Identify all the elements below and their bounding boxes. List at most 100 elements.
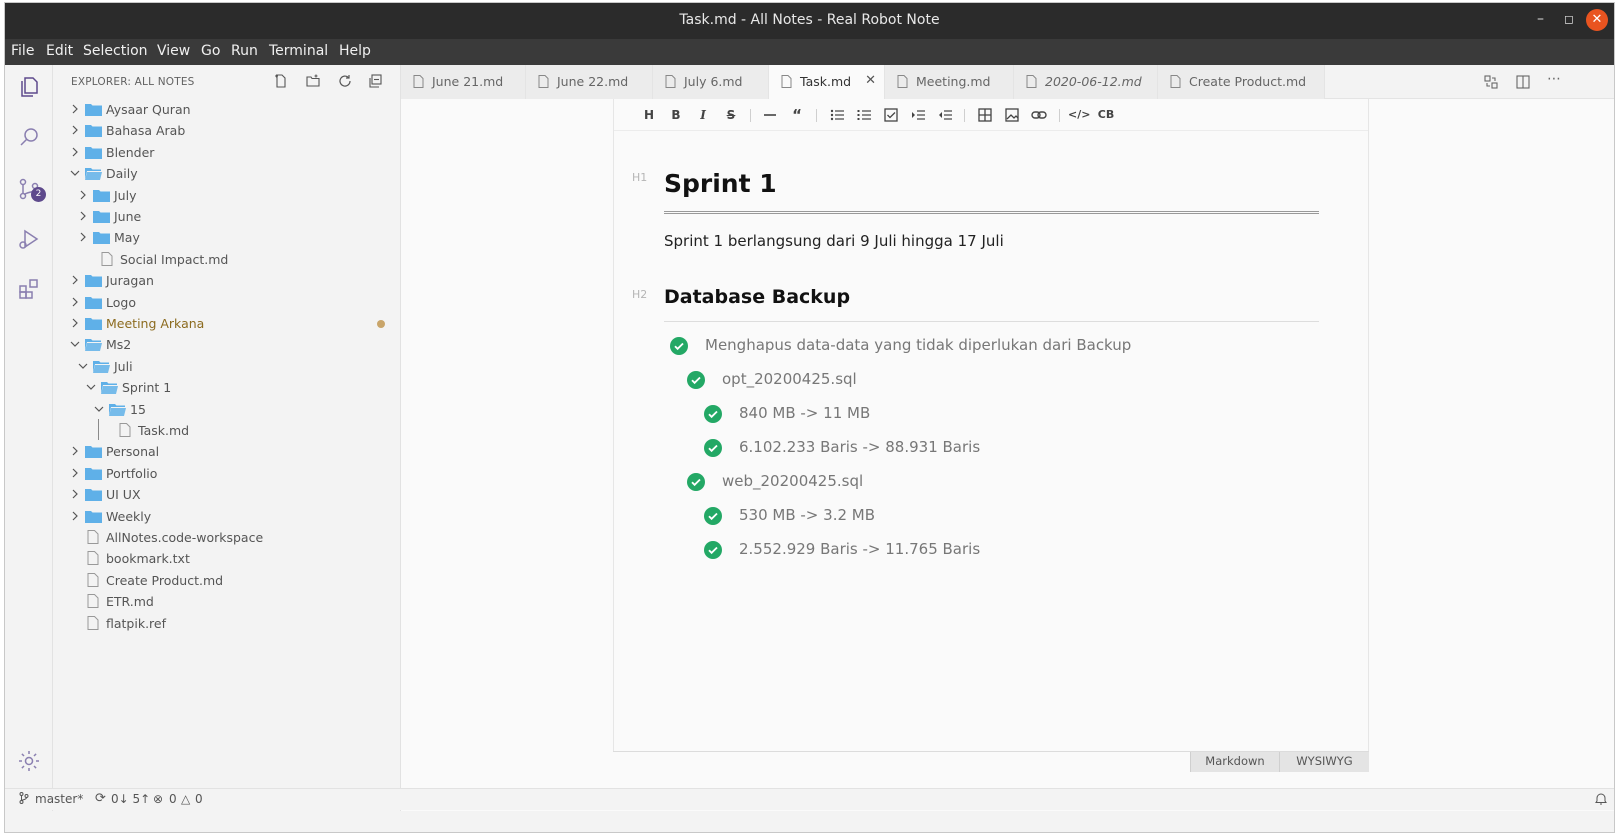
checked-checkbox-icon[interactable] bbox=[670, 337, 688, 355]
extensions-icon[interactable] bbox=[17, 277, 41, 301]
tab-meeting[interactable]: Meeting.md bbox=[885, 65, 1014, 99]
new-folder-icon[interactable] bbox=[305, 73, 323, 91]
checked-checkbox-icon[interactable] bbox=[704, 439, 722, 457]
close-tab-icon[interactable]: ✕ bbox=[865, 73, 876, 88]
file-item[interactable]: Create Product.md bbox=[53, 570, 400, 591]
chevron-right-icon[interactable] bbox=[69, 124, 81, 136]
folder-item[interactable]: Sprint 1 bbox=[53, 377, 400, 398]
warning-icon[interactable]: △ bbox=[181, 792, 190, 806]
indent-icon[interactable] bbox=[907, 104, 929, 126]
file-item[interactable]: ETR.md bbox=[53, 591, 400, 612]
checked-checkbox-icon[interactable] bbox=[687, 473, 705, 491]
folder-item[interactable]: Personal bbox=[53, 441, 400, 462]
code-block-button[interactable]: CB bbox=[1095, 104, 1117, 126]
refresh-icon[interactable] bbox=[337, 73, 355, 91]
task-list-icon[interactable] bbox=[880, 104, 902, 126]
folder-item[interactable]: Bahasa Arab bbox=[53, 120, 400, 141]
image-icon[interactable] bbox=[1001, 104, 1023, 126]
folder-item[interactable]: May bbox=[53, 227, 400, 248]
menu-go[interactable]: Go bbox=[201, 43, 220, 59]
chevron-right-icon[interactable] bbox=[69, 146, 81, 158]
folder-item[interactable]: Ms2 bbox=[53, 334, 400, 355]
folder-item[interactable]: Daily bbox=[53, 163, 400, 184]
error-icon[interactable]: ⊗ bbox=[153, 792, 163, 806]
chevron-right-icon[interactable] bbox=[77, 231, 89, 243]
tab-june-22[interactable]: June 22.md bbox=[526, 65, 653, 99]
sync-status[interactable]: 0↓ 5↑ bbox=[111, 792, 150, 806]
chevron-down-icon[interactable] bbox=[77, 360, 89, 372]
menu-help[interactable]: Help bbox=[339, 43, 371, 59]
folder-item[interactable]: Aysaar Quran bbox=[53, 99, 400, 120]
quote-icon[interactable]: “ bbox=[786, 104, 808, 126]
strikethrough-button[interactable]: S bbox=[720, 104, 742, 126]
file-item[interactable]: flatpik.ref bbox=[53, 613, 400, 634]
outdent-icon[interactable] bbox=[934, 104, 956, 126]
folder-item[interactable]: Juli bbox=[53, 356, 400, 377]
checked-checkbox-icon[interactable] bbox=[704, 541, 722, 559]
checked-checkbox-icon[interactable] bbox=[687, 371, 705, 389]
wysiwyg-mode-button[interactable]: WYSIWYG bbox=[1279, 752, 1369, 772]
paragraph[interactable]: Sprint 1 berlangsung dari 9 Juli hingga … bbox=[664, 232, 1004, 250]
menu-run[interactable]: Run bbox=[231, 43, 258, 59]
menu-view[interactable]: View bbox=[157, 43, 190, 59]
warning-count[interactable]: 0 bbox=[195, 792, 203, 806]
chevron-right-icon[interactable] bbox=[69, 274, 81, 286]
italic-button[interactable]: I bbox=[692, 104, 714, 126]
chevron-down-icon[interactable] bbox=[85, 381, 97, 393]
minimize-icon[interactable]: – bbox=[1537, 11, 1544, 27]
search-icon[interactable] bbox=[17, 125, 41, 149]
folder-item[interactable]: Blender bbox=[53, 142, 400, 163]
menu-selection[interactable]: Selection bbox=[83, 43, 148, 59]
tab-june-21[interactable]: June 21.md bbox=[401, 65, 526, 99]
folder-item[interactable]: UI UX bbox=[53, 484, 400, 505]
chevron-right-icon[interactable] bbox=[69, 467, 81, 479]
bold-button[interactable]: B bbox=[665, 104, 687, 126]
chevron-right-icon[interactable] bbox=[69, 510, 81, 522]
tab-july-6[interactable]: July 6.md bbox=[653, 65, 769, 99]
tab-task[interactable]: Task.md ✕ bbox=[769, 65, 885, 100]
chevron-down-icon[interactable] bbox=[93, 403, 105, 415]
chevron-right-icon[interactable] bbox=[69, 296, 81, 308]
checked-checkbox-icon[interactable] bbox=[704, 405, 722, 423]
file-item[interactable]: AllNotes.code-workspace bbox=[53, 527, 400, 548]
menu-terminal[interactable]: Terminal bbox=[269, 43, 328, 59]
ordered-list-icon[interactable] bbox=[853, 104, 875, 126]
folder-item[interactable]: June bbox=[53, 206, 400, 227]
close-window-button[interactable]: ✕ bbox=[1586, 9, 1608, 31]
sync-icon[interactable]: ⟳ bbox=[95, 791, 106, 806]
bullet-list-icon[interactable] bbox=[826, 104, 848, 126]
tab-2020-06-12[interactable]: 2020-06-12.md bbox=[1014, 65, 1158, 99]
chevron-down-icon[interactable] bbox=[69, 338, 81, 350]
chevron-right-icon[interactable] bbox=[69, 103, 81, 115]
link-icon[interactable] bbox=[1028, 104, 1050, 126]
settings-gear-icon[interactable] bbox=[17, 749, 41, 773]
run-debug-icon[interactable] bbox=[17, 227, 41, 251]
folder-item[interactable]: Weekly bbox=[53, 506, 400, 527]
folder-item[interactable]: Juragan bbox=[53, 270, 400, 291]
menu-edit[interactable]: Edit bbox=[46, 43, 73, 59]
folder-item[interactable]: July bbox=[53, 185, 400, 206]
chevron-right-icon[interactable] bbox=[69, 317, 81, 329]
tab-create-product[interactable]: Create Product.md bbox=[1158, 65, 1325, 99]
checked-checkbox-icon[interactable] bbox=[704, 507, 722, 525]
heading-2[interactable]: Database Backup bbox=[664, 286, 850, 308]
error-count[interactable]: 0 bbox=[169, 792, 177, 806]
explorer-icon[interactable] bbox=[17, 75, 41, 99]
folder-item[interactable]: 15 bbox=[53, 399, 400, 420]
notifications-bell-icon[interactable] bbox=[1595, 792, 1607, 808]
maximize-icon[interactable]: ◻ bbox=[1564, 12, 1574, 26]
branch-icon[interactable] bbox=[19, 792, 29, 807]
chevron-right-icon[interactable] bbox=[77, 210, 89, 222]
more-actions-icon[interactable]: ⋯ bbox=[1547, 71, 1563, 87]
new-file-icon[interactable] bbox=[273, 73, 291, 91]
table-icon[interactable] bbox=[974, 104, 996, 126]
chevron-right-icon[interactable] bbox=[77, 189, 89, 201]
markdown-mode-button[interactable]: Markdown bbox=[1190, 752, 1279, 772]
file-item[interactable]: bookmark.txt bbox=[53, 548, 400, 569]
horizontal-rule-icon[interactable] bbox=[759, 104, 781, 126]
folder-item[interactable]: Logo bbox=[53, 292, 400, 313]
menu-file[interactable]: File bbox=[11, 43, 34, 59]
chevron-right-icon[interactable] bbox=[69, 445, 81, 457]
chevron-down-icon[interactable] bbox=[69, 167, 81, 179]
collapse-all-icon[interactable] bbox=[367, 73, 385, 91]
